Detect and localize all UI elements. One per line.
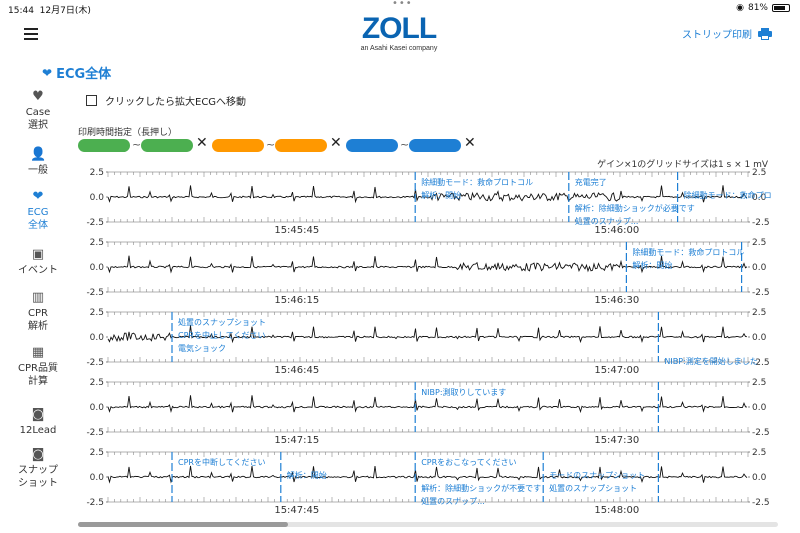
event-label[interactable]: CPRを中断してください [178,457,266,467]
event-label[interactable]: 解析：開始 [421,190,461,200]
time-label: 15:46:30 [594,295,639,306]
ecg-strips[interactable]: 2.5 2.5 0.0 0.0 -2.5 -2.5 15:45:45 15:46:00 除細動モ… [0,0,800,533]
y-tick-label: 0.0 [752,473,767,483]
event-label[interactable]: 除細動モード：救命プロトコル [421,177,533,187]
event-label[interactable]: CPRを中止してください [178,330,266,340]
time-label: 15:46:00 [594,225,639,236]
event-label[interactable]: 処置のスナップショット [178,317,266,327]
y-tick-label: -2.5 [752,218,770,228]
ecg-waveform[interactable] [107,465,748,484]
y-tick-label: 0.0 [752,403,767,413]
time-label: 15:47:15 [274,435,319,446]
event-label[interactable]: 解析：開始 [287,470,327,480]
event-label[interactable]: NIBP:測定を開始しました [664,356,757,366]
y-tick-label: 0.0 [752,263,767,273]
y-tick-label: 0.0 [90,333,105,343]
event-label[interactable]: 電気ショック [178,343,226,353]
y-tick-label: -2.5 [86,358,104,368]
scrollbar-thumb[interactable] [78,522,288,527]
event-label[interactable]: 除細動モード：救命プロ [684,190,772,200]
event-label[interactable]: 処置のスナップ... [575,216,639,226]
y-tick-label: 2.5 [752,448,766,458]
y-tick-label: 2.5 [90,448,104,458]
y-tick-label: -2.5 [86,218,104,228]
time-label: 15:45:45 [274,225,319,236]
event-label[interactable]: 処置のスナップ... [421,496,485,506]
time-label: 15:46:15 [274,295,319,306]
y-tick-label: 0.0 [90,403,105,413]
y-tick-label: -2.5 [752,428,770,438]
event-label[interactable]: CPRをおこなってください [421,458,516,467]
y-tick-label: 2.5 [752,378,766,388]
time-label: 15:48:00 [594,505,639,516]
y-tick-label: 0.0 [90,263,105,273]
event-label[interactable]: NIBP:測取りしています [421,387,506,397]
event-label[interactable]: 解析：除細動ショックが必要です [575,203,695,213]
y-tick-label: 0.0 [90,193,105,203]
ecg-waveform[interactable] [107,395,748,414]
time-label: 15:47:00 [594,365,639,376]
event-label[interactable]: 処置のスナップショット [549,483,637,493]
event-label[interactable]: 解析：除細動ショックが不要です [421,483,541,493]
time-label: 15:46:45 [274,365,319,376]
y-tick-label: -2.5 [752,498,770,508]
event-label[interactable]: 解析：開始 [632,260,672,270]
y-tick-label: 2.5 [90,168,104,178]
y-tick-label: -2.5 [86,288,104,298]
horizontal-scrollbar[interactable] [78,522,778,527]
event-label[interactable]: 充電完了 [575,177,607,187]
y-tick-label: -2.5 [86,498,104,508]
y-tick-label: 2.5 [90,238,104,248]
y-tick-label: 2.5 [90,308,104,318]
y-tick-label: 0.0 [90,473,105,483]
y-tick-label: 2.5 [90,378,104,388]
event-label[interactable]: 除細動モード：救命プロトコル [632,247,744,257]
y-tick-label: 2.5 [752,168,766,178]
time-label: 15:47:45 [274,505,319,516]
y-tick-label: -2.5 [752,288,770,298]
time-label: 15:47:30 [594,435,639,446]
y-tick-label: 2.5 [752,308,766,318]
y-tick-label: 2.5 [752,238,766,248]
y-tick-label: 0.0 [752,333,767,343]
y-tick-label: -2.5 [86,428,104,438]
event-label[interactable]: モードのスナップショット [549,471,645,480]
